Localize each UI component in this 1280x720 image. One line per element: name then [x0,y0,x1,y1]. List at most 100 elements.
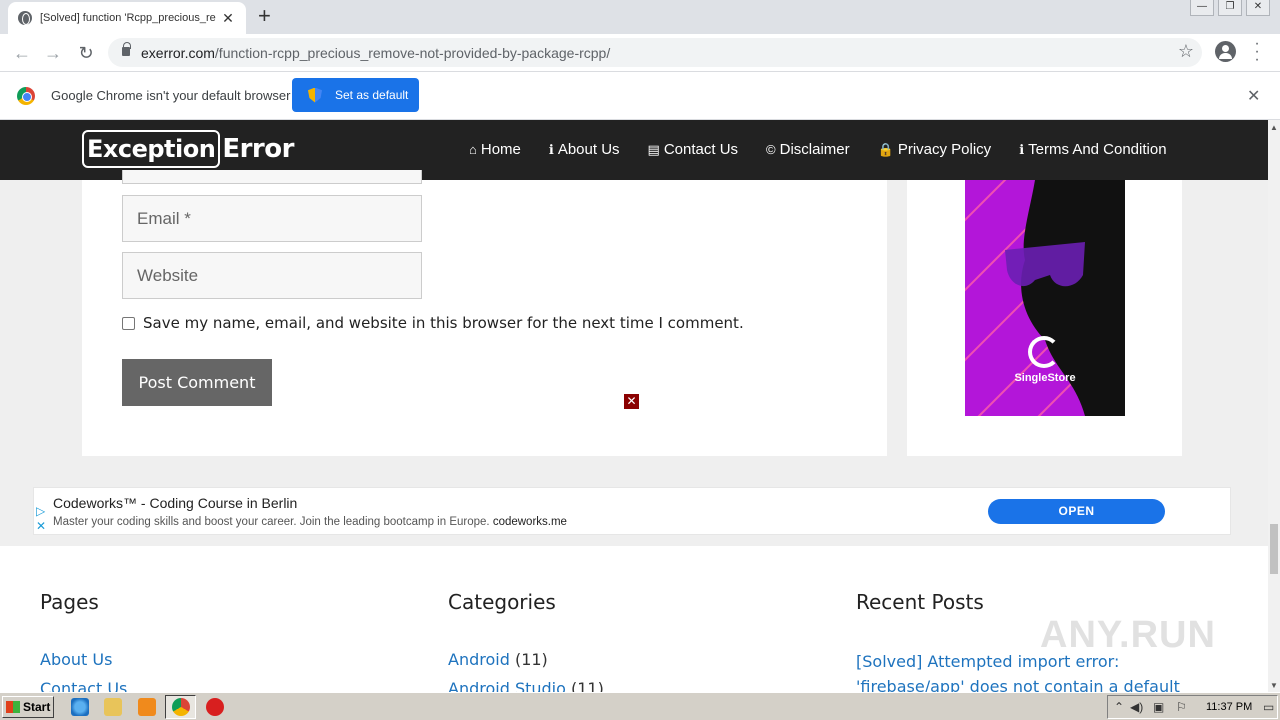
window-controls: — ❐ ✕ [1186,0,1270,16]
start-label: Start [23,700,51,714]
address-bar[interactable]: exerror.com/function-rcpp_precious_remov… [108,38,1202,67]
sidebar-card: SingleStore [907,180,1182,456]
tab-close-icon[interactable]: ✕ [220,10,236,27]
volume-icon[interactable]: ◀) [1130,700,1143,714]
website-field[interactable]: Website [122,252,422,299]
forward-arrow-icon[interactable]: → [40,40,66,66]
url-host: exerror.com [141,45,215,61]
scroll-down-icon[interactable]: ▼ [1270,681,1278,690]
globe-icon [18,11,32,25]
home-icon: ⌂ [469,142,477,157]
tray-expand-icon[interactable]: ⌃ [1114,700,1124,714]
opera-icon[interactable] [206,698,224,716]
nav-disclaimer[interactable]: © Disclaimer [766,141,850,158]
category-count: (11) [514,650,548,669]
profile-avatar-icon[interactable] [1215,41,1236,62]
save-info-label: Save my name, email, and website in this… [143,314,744,332]
tab-title: [Solved] function 'Rcpp_precious_re [40,12,216,24]
nav-about-label: About Us [557,141,620,158]
lock-icon[interactable] [122,42,131,56]
scroll-up-icon[interactable]: ▲ [1270,123,1278,132]
flag-icon[interactable]: ⚐ [1176,700,1187,714]
logo-boxed-text: Exception [82,130,221,168]
singlestore-logo-icon [1028,336,1060,368]
windows-logo-icon [6,701,20,713]
banner-open-button[interactable]: OPEN [988,499,1165,524]
site-logo[interactable]: Exception Error [82,130,294,168]
category-item: Android (11) [448,650,548,669]
nav-contact-label: Contact Us [663,141,739,158]
nav-terms[interactable]: ℹ Terms And Condition [1019,141,1166,158]
info-icon: ℹ [548,141,554,157]
category-link-android[interactable]: Android [448,650,510,669]
taskbar-clock[interactable]: 11:37 PM [1206,701,1252,713]
menu-kebab-icon[interactable]: · · · [1252,36,1262,68]
media-player-icon[interactable] [138,698,156,716]
nav-home-label: Home [480,141,521,158]
footer-recent-heading: Recent Posts [856,590,984,614]
close-window-button[interactable]: ✕ [1246,0,1270,16]
banner-ad-desc-text: Master your coding skills and boost your… [53,516,490,528]
chrome-icon [172,698,190,716]
tab-strip: [Solved] function 'Rcpp_precious_re ✕ + … [0,0,1280,34]
network-icon[interactable]: ▣ [1153,700,1164,714]
nav-contact-us[interactable]: ▤ Contact Us [648,141,739,158]
scrollbar-thumb[interactable] [1270,524,1278,574]
save-info-checkbox[interactable] [122,316,135,330]
footer-link-about-us[interactable]: About Us [40,650,112,669]
taskbar-chrome-button[interactable] [165,695,196,719]
main-nav: ⌂ Home ℹ About Us ▤ Contact Us © Disclaimer … [469,141,1167,158]
ad-close-icon[interactable]: ✕ [624,394,639,409]
nav-disclaimer-label: Disclaimer [779,141,850,158]
ad-choices-icon[interactable]: ▷ ✕ [36,504,46,534]
default-browser-infobar: Google Chrome isn't your default browser… [0,72,1280,120]
sidebar-ad-brand: SingleStore [1014,372,1076,384]
info-circle-icon: ℹ [1019,141,1025,157]
nav-privacy-policy[interactable]: 🔒 Privacy Policy [878,141,992,158]
set-as-default-label: Set as default [335,88,409,102]
infobar-message: Google Chrome isn't your default browser [51,88,291,103]
ie-icon[interactable] [71,698,89,716]
page-scrollbar[interactable]: ▲ ▼ [1268,120,1280,692]
email-field[interactable]: Email * [122,195,422,242]
restore-button[interactable]: ❐ [1218,0,1242,16]
banner-ad-domain: codeworks.me [492,516,567,528]
footer-categories-heading: Categories [448,590,556,614]
nav-privacy-label: Privacy Policy [897,141,992,158]
url-path: /function-rcpp_precious_remove-not-provi… [214,45,611,61]
comment-form-card: Email * Website Save my name, email, and… [82,170,887,456]
sidebar-ad[interactable]: SingleStore [965,180,1125,416]
folder-icon[interactable] [104,698,122,716]
set-as-default-button[interactable]: Set as default [292,78,419,112]
lock-icon: 🔒 [877,141,894,157]
logo-text: Error [222,134,294,164]
nav-terms-label: Terms And Condition [1028,141,1167,158]
system-tray: ⌃ ◀) ▣ ⚐ 11:37 PM ▭ [1107,695,1278,719]
reload-icon[interactable]: ↻ [73,40,99,66]
show-desktop-icon[interactable]: ▭ [1263,700,1274,714]
nav-about-us[interactable]: ℹ About Us [549,141,620,158]
copyright-icon: © [766,142,776,157]
footer-pages-heading: Pages [40,590,99,614]
browser-toolbar: ← → ↻ exerror.com/function-rcpp_precious… [0,34,1280,72]
banner-ad-description: Master your coding skills and boost your… [53,516,567,528]
banner-ad-title[interactable]: Codeworks™ - Coding Course in Berlin [53,495,297,511]
nav-home[interactable]: ⌂ Home [469,141,521,158]
windows-taskbar: Start ⌃ ◀) ▣ ⚐ 11:37 PM ▭ [0,692,1280,720]
browser-tab[interactable]: [Solved] function 'Rcpp_precious_re ✕ [8,2,246,34]
contact-card-icon: ▤ [647,141,660,157]
watermark-logo: ANY.RUN [1040,614,1216,656]
url-text[interactable]: exerror.com/function-rcpp_precious_remov… [141,45,610,61]
banner-ad[interactable]: ▷ ✕ Codeworks™ - Coding Course in Berlin … [33,487,1231,535]
chrome-logo-icon [17,87,35,105]
name-field[interactable] [122,170,422,184]
infobar-close-icon[interactable]: ✕ [1247,86,1260,106]
minimize-button[interactable]: — [1190,0,1214,16]
uac-shield-icon [308,87,322,103]
save-info-row: Save my name, email, and website in this… [122,314,744,332]
back-arrow-icon[interactable]: ← [9,40,35,66]
post-comment-button[interactable]: Post Comment [122,359,272,406]
start-button[interactable]: Start [2,696,54,718]
bookmark-star-icon[interactable]: ☆ [1178,41,1194,62]
new-tab-button[interactable]: + [258,5,271,27]
